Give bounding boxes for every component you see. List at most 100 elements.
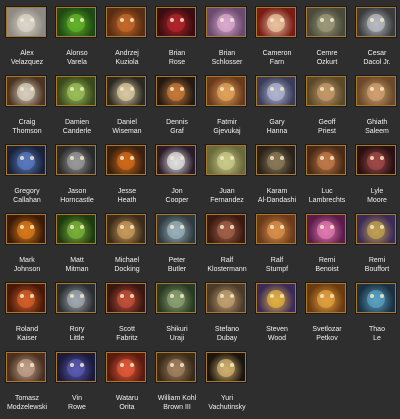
- artist-thumbnail[interactable]: [256, 7, 296, 37]
- artist-thumbnail[interactable]: [106, 7, 146, 37]
- artist-tile[interactable]: Thao Le: [352, 279, 400, 348]
- artist-thumbnail[interactable]: [6, 352, 46, 382]
- artist-name[interactable]: Scott Fabritz: [102, 325, 152, 343]
- artist-name[interactable]: Dennis Graf: [152, 118, 202, 136]
- artist-tile[interactable]: Lyle Moore: [352, 141, 400, 210]
- artist-tile[interactable]: Roland Kaiser: [2, 279, 52, 348]
- artist-name[interactable]: Gregory Callahan: [2, 187, 52, 205]
- artist-name[interactable]: Ghiath Saleem: [352, 118, 400, 136]
- artist-tile[interactable]: Alex Velazquez: [2, 3, 52, 72]
- artist-tile[interactable]: Shikuri Uraji: [152, 279, 202, 348]
- artist-thumbnail[interactable]: [156, 145, 196, 175]
- artist-thumbnail[interactable]: [56, 352, 96, 382]
- artist-tile[interactable]: Jon Cooper: [152, 141, 202, 210]
- artist-thumbnail[interactable]: [106, 283, 146, 313]
- artist-name[interactable]: Peter Butler: [152, 256, 202, 274]
- artist-thumbnail[interactable]: [356, 283, 396, 313]
- artist-tile[interactable]: Alonso Varela: [52, 3, 102, 72]
- artist-tile[interactable]: Ralf Stumpf: [252, 210, 302, 279]
- artist-tile[interactable]: William Kohl Brown III: [152, 348, 202, 417]
- artist-tile[interactable]: Karam Al-Dandashi: [252, 141, 302, 210]
- artist-thumbnail[interactable]: [206, 7, 246, 37]
- artist-thumbnail[interactable]: [256, 283, 296, 313]
- artist-name[interactable]: Brian Schlosser: [202, 49, 252, 67]
- artist-tile[interactable]: Jason Horncastle: [52, 141, 102, 210]
- artist-thumbnail[interactable]: [106, 145, 146, 175]
- artist-thumbnail[interactable]: [156, 283, 196, 313]
- artist-name[interactable]: Thao Le: [352, 325, 400, 343]
- artist-name[interactable]: Jon Cooper: [152, 187, 202, 205]
- artist-name[interactable]: Stefano Dubay: [202, 325, 252, 343]
- artist-name[interactable]: Alex Velazquez: [2, 49, 52, 67]
- artist-name[interactable]: Cameron Farn: [252, 49, 302, 67]
- artist-name[interactable]: Lyle Moore: [352, 187, 400, 205]
- artist-tile[interactable]: Wataru Orita: [102, 348, 152, 417]
- artist-name[interactable]: Vin Rowe: [52, 394, 102, 412]
- artist-thumbnail[interactable]: [306, 76, 346, 106]
- artist-tile[interactable]: Peter Butler: [152, 210, 202, 279]
- artist-name[interactable]: Remi Bouffort: [352, 256, 400, 274]
- artist-name[interactable]: Jesse Heath: [102, 187, 152, 205]
- artist-name[interactable]: Ralf Stumpf: [252, 256, 302, 274]
- artist-thumbnail[interactable]: [306, 7, 346, 37]
- artist-name[interactable]: Svetlozar Petkov: [302, 325, 352, 343]
- artist-thumbnail[interactable]: [356, 7, 396, 37]
- artist-tile[interactable]: Svetlozar Petkov: [302, 279, 352, 348]
- artist-thumbnail[interactable]: [356, 76, 396, 106]
- artist-thumbnail[interactable]: [206, 214, 246, 244]
- artist-thumbnail[interactable]: [56, 214, 96, 244]
- artist-name[interactable]: Rory Little: [52, 325, 102, 343]
- artist-name[interactable]: Shikuri Uraji: [152, 325, 202, 343]
- artist-name[interactable]: Craig Thomson: [2, 118, 52, 136]
- artist-tile[interactable]: Remi Benoist: [302, 210, 352, 279]
- artist-name[interactable]: Alonso Varela: [52, 49, 102, 67]
- artist-tile[interactable]: Geoff Priest: [302, 72, 352, 141]
- artist-tile[interactable]: Steven Wood: [252, 279, 302, 348]
- artist-thumbnail[interactable]: [56, 7, 96, 37]
- artist-name[interactable]: Luc Lambrechts: [302, 187, 352, 205]
- artist-thumbnail[interactable]: [156, 7, 196, 37]
- artist-tile[interactable]: Gary Hanna: [252, 72, 302, 141]
- artist-thumbnail[interactable]: [356, 145, 396, 175]
- artist-name[interactable]: William Kohl Brown III: [152, 394, 202, 412]
- artist-thumbnail[interactable]: [6, 7, 46, 37]
- artist-name[interactable]: Gary Hanna: [252, 118, 302, 136]
- artist-tile[interactable]: Stefano Dubay: [202, 279, 252, 348]
- artist-thumbnail[interactable]: [206, 283, 246, 313]
- artist-name[interactable]: Yuri Vachutinsky: [202, 394, 252, 412]
- artist-tile[interactable]: Luc Lambrechts: [302, 141, 352, 210]
- artist-tile[interactable]: Cameron Farn: [252, 3, 302, 72]
- artist-thumbnail[interactable]: [6, 145, 46, 175]
- artist-tile[interactable]: Craig Thomson: [2, 72, 52, 141]
- artist-thumbnail[interactable]: [106, 76, 146, 106]
- artist-thumbnail[interactable]: [156, 214, 196, 244]
- artist-name[interactable]: Daniel Wiseman: [102, 118, 152, 136]
- artist-tile[interactable]: Remi Bouffort: [352, 210, 400, 279]
- artist-tile[interactable]: Juan Fernandez: [202, 141, 252, 210]
- artist-thumbnail[interactable]: [56, 283, 96, 313]
- artist-name[interactable]: Fatmir Gjevukaj: [202, 118, 252, 136]
- artist-tile[interactable]: Brian Schlosser: [202, 3, 252, 72]
- artist-thumbnail[interactable]: [256, 214, 296, 244]
- artist-tile[interactable]: Vin Rowe: [52, 348, 102, 417]
- artist-tile[interactable]: Gregory Callahan: [2, 141, 52, 210]
- artist-tile[interactable]: Brian Rose: [152, 3, 202, 72]
- artist-tile[interactable]: Jesse Heath: [102, 141, 152, 210]
- artist-tile[interactable]: Damien Canderle: [52, 72, 102, 141]
- artist-name[interactable]: Tomasz Modzelewski: [2, 394, 52, 412]
- artist-name[interactable]: Andrzej Kuziola: [102, 49, 152, 67]
- artist-name[interactable]: Damien Canderle: [52, 118, 102, 136]
- artist-tile[interactable]: Daniel Wiseman: [102, 72, 152, 141]
- artist-tile[interactable]: Matt Mitman: [52, 210, 102, 279]
- artist-thumbnail[interactable]: [156, 76, 196, 106]
- artist-thumbnail[interactable]: [56, 145, 96, 175]
- artist-name[interactable]: Karam Al-Dandashi: [252, 187, 302, 205]
- artist-tile[interactable]: Andrzej Kuziola: [102, 3, 152, 72]
- artist-tile[interactable]: Dennis Graf: [152, 72, 202, 141]
- artist-thumbnail[interactable]: [106, 214, 146, 244]
- artist-name[interactable]: Wataru Orita: [102, 394, 152, 412]
- artist-tile[interactable]: Cesar Dacol Jr.: [352, 3, 400, 72]
- artist-thumbnail[interactable]: [206, 76, 246, 106]
- artist-tile[interactable]: Ghiath Saleem: [352, 72, 400, 141]
- artist-name[interactable]: Geoff Priest: [302, 118, 352, 136]
